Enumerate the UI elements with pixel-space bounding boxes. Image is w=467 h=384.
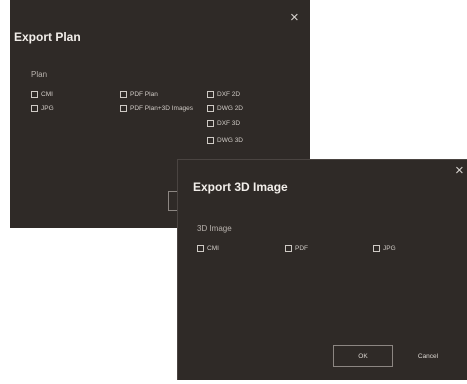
section-label: Plan (31, 70, 48, 79)
close-icon[interactable]: × (455, 163, 464, 178)
checkbox-label: CMI (41, 91, 53, 98)
close-icon[interactable]: × (290, 10, 299, 25)
checkbox-label: JPG (41, 105, 54, 112)
export-3d-image-dialog: × Export 3D Image 3D Image CMI PDF JPG O… (177, 159, 467, 380)
checkbox-label: PDF Plan+3D Images (130, 105, 194, 112)
checkbox-dxf-2d[interactable]: DXF 2D (207, 91, 240, 98)
checkbox-dwg-2d[interactable]: DWG 2D (207, 105, 243, 112)
checkbox-label: PDF Plan (130, 91, 158, 98)
checkbox-jpg[interactable]: JPG (31, 105, 54, 112)
checkbox-label: DXF 2D (217, 91, 241, 98)
dialog-title: Export 3D Image (193, 180, 288, 194)
checkbox-label: PDF (295, 245, 308, 252)
checkbox-box[interactable] (31, 91, 38, 98)
checkbox-pdf-plan[interactable]: PDF Plan (120, 91, 158, 98)
checkbox-pdf[interactable]: PDF (285, 245, 308, 252)
checkbox-label: DWG 2D (217, 105, 243, 112)
checkbox-pdf-plan-3d-images[interactable]: PDF Plan+3D Images (120, 105, 193, 112)
checkbox-box[interactable] (197, 245, 204, 252)
checkbox-box[interactable] (207, 91, 214, 98)
checkbox-dwg-3d[interactable]: DWG 3D (207, 137, 243, 144)
checkbox-jpg[interactable]: JPG (373, 245, 396, 252)
checkbox-cmi[interactable]: CMI (197, 245, 219, 252)
checkbox-cmi[interactable]: CMI (31, 91, 53, 98)
checkbox-label: DXF 3D (217, 120, 241, 127)
checkbox-box[interactable] (207, 105, 214, 112)
cancel-button[interactable]: Cancel (408, 345, 448, 367)
dialog-title: Export Plan (14, 30, 81, 44)
checkbox-box[interactable] (31, 105, 38, 112)
checkbox-box[interactable] (207, 120, 214, 127)
checkbox-label: JPG (383, 245, 396, 252)
ok-button[interactable]: OK (333, 345, 393, 367)
checkbox-dxf-3d[interactable]: DXF 3D (207, 120, 240, 127)
checkbox-label: CMI (207, 245, 219, 252)
checkbox-box[interactable] (207, 137, 214, 144)
section-label: 3D Image (197, 224, 232, 233)
checkbox-box[interactable] (373, 245, 380, 252)
checkbox-box[interactable] (120, 105, 127, 112)
checkbox-box[interactable] (120, 91, 127, 98)
checkbox-label: DWG 3D (217, 137, 243, 144)
checkbox-box[interactable] (285, 245, 292, 252)
